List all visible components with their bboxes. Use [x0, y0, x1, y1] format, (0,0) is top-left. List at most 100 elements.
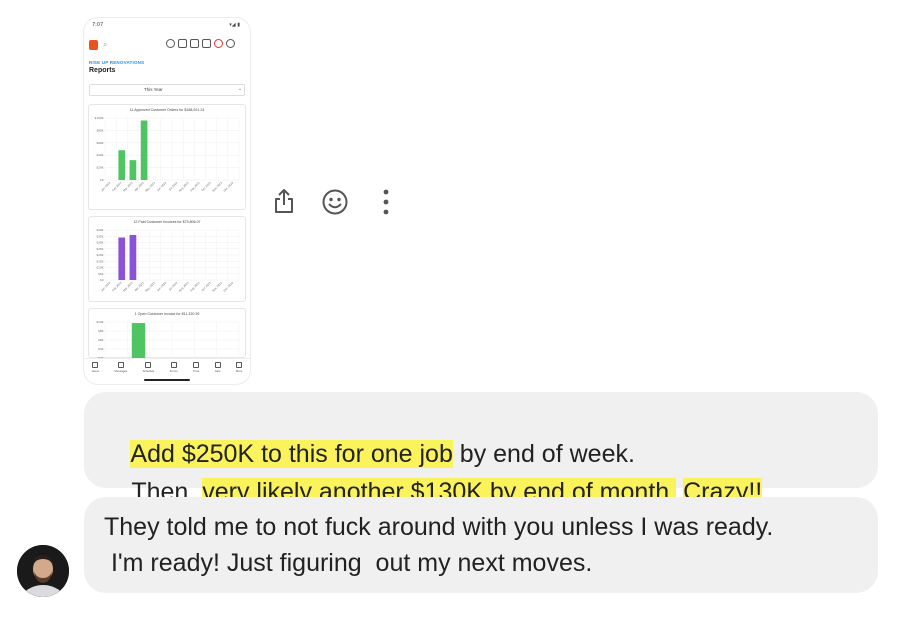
bar	[129, 160, 137, 180]
y-tick-label: $6K	[98, 338, 104, 342]
document-icon	[190, 39, 199, 48]
chart-card-paid-invoices: 12 Paid Customer Invoices for $75,806.07…	[88, 216, 246, 302]
x-tick-label: Dec 2023	[222, 181, 234, 193]
period-value: This Year	[144, 87, 163, 92]
y-tick-label: $15K	[96, 259, 103, 263]
y-tick-label: $35K	[96, 234, 103, 238]
nav-label: Schedule	[142, 369, 155, 373]
home-icon	[92, 362, 99, 368]
y-tick-label: $0	[100, 278, 104, 282]
y-tick-label: $4K	[98, 347, 104, 351]
company-name: RISE UP RENOVATIONS	[89, 60, 145, 65]
top-icon-group	[166, 39, 235, 48]
y-tick-label: $20K	[96, 253, 103, 257]
schedule-icon	[145, 362, 152, 368]
y-tick-label: $40K	[96, 153, 103, 157]
app-logo-icon	[89, 40, 98, 50]
x-tick-label: Jun 2023	[155, 181, 167, 193]
x-tick-label: Jun 2023	[155, 281, 167, 293]
nav-item-jobs: Jobs	[214, 359, 221, 379]
page-title: Reports	[89, 67, 116, 74]
bar	[140, 120, 148, 180]
message-bubble[interactable]: They told me to not fuck around with you…	[84, 497, 878, 593]
chevron-down-icon: ⌄	[238, 86, 243, 92]
y-tick-label: $100K	[95, 116, 104, 120]
y-tick-label: $40K	[96, 228, 103, 232]
nav-label: Forms	[169, 369, 178, 373]
nav-label: More	[235, 369, 243, 373]
x-tick-label: Jul 2023	[167, 281, 178, 292]
bar	[131, 323, 146, 358]
status-icons: ▾◢ ▮	[229, 22, 240, 28]
clipboard-icon	[202, 39, 211, 48]
message-line: I'm ready! Just figuring out my next mov…	[104, 549, 593, 577]
y-tick-label: $10K	[96, 266, 103, 270]
nav-item-time: Time	[193, 359, 199, 379]
approved-orders-chart: $100K$80K$60K$40K$20K$0Jan 2023 Feb 2023 M…	[95, 116, 240, 193]
x-tick-label: Mar 2023	[122, 281, 134, 293]
period-select	[89, 84, 245, 96]
bar	[118, 150, 126, 180]
x-tick-label: Aug 2023	[178, 281, 190, 293]
x-tick-label: Mar 2023	[122, 181, 134, 193]
x-tick-label: Feb 2023	[111, 181, 123, 193]
y-tick-label: $8K	[98, 329, 104, 333]
y-tick-label: $80K	[96, 128, 103, 132]
y-tick-label: $25K	[96, 247, 103, 251]
x-tick-label: Jan 2023	[100, 281, 112, 293]
nav-item-messages: Messages	[114, 359, 128, 379]
search-icon: ⌕	[103, 40, 108, 49]
jobs-icon	[214, 362, 221, 368]
share-icon[interactable]	[269, 186, 299, 216]
x-tick-label: Feb 2023	[111, 281, 123, 293]
nav-item-more: More	[236, 359, 242, 379]
open-invoices-chart: $10K$8K$6K$4K$2K	[96, 320, 240, 360]
gesture-bar	[144, 379, 190, 381]
status-time: 7:07	[92, 22, 104, 28]
x-tick-label: Aug 2023	[178, 181, 190, 193]
x-tick-label: Apr 2023	[134, 281, 145, 292]
y-tick-label: $30K	[96, 241, 103, 245]
x-tick-label: Jan 2023	[100, 181, 112, 193]
y-tick-label: $10K	[96, 320, 103, 324]
nav-label: Messages	[114, 369, 128, 373]
shared-image-thumbnail[interactable]: 7:07 ▾◢ ▮ ⌕ RISE UP RENOVATIONS Reports …	[84, 18, 250, 384]
bar	[118, 237, 126, 280]
message-line: They told me to not fuck around with you…	[104, 513, 774, 541]
notification-bell-icon	[214, 39, 223, 48]
camera-icon	[178, 39, 187, 48]
x-tick-label: Oct 2023	[201, 181, 212, 192]
more-icon	[236, 362, 243, 368]
y-tick-label: $60K	[96, 141, 103, 145]
help-icon	[226, 39, 235, 48]
nav-item-schedule: Schedule	[142, 359, 155, 379]
nav-label: Home	[91, 369, 100, 373]
y-tick-label: $20K	[96, 166, 103, 170]
x-tick-label: Jul 2023	[167, 181, 178, 192]
x-tick-label: May 2023	[144, 281, 156, 293]
messages-icon	[117, 362, 124, 368]
y-tick-label: $5K	[98, 272, 104, 276]
message-bubble[interactable]: Add $250K to this for one job by end of …	[84, 392, 878, 506]
more-vertical-icon[interactable]	[371, 187, 401, 217]
avatar[interactable]	[17, 545, 69, 597]
x-tick-label: Sep 2023	[189, 181, 201, 193]
x-tick-label: May 2023	[144, 181, 156, 193]
chart-card-open-invoices: 1 Open Customer Invoice for $11,320.39 $…	[88, 308, 246, 360]
y-tick-label: $0	[100, 178, 104, 182]
nav-label: Jobs	[214, 369, 221, 373]
bottom-navigation: Home Messages Schedule Forms Time Jobs More	[84, 358, 250, 379]
clock-icon	[166, 39, 175, 48]
paid-invoices-chart: $40K $35K $30K $25K $20K $15K $10K $5K $0Jan 202…	[96, 228, 240, 293]
x-tick-label: Dec 2023	[222, 281, 234, 293]
nav-item-forms: Forms	[170, 359, 178, 379]
x-tick-label: Nov 2023	[211, 281, 223, 293]
nav-label: Time	[193, 369, 200, 373]
time-icon	[193, 362, 200, 368]
chart-card-approved-orders: 11 Approved Customer Orders for $188,921…	[88, 104, 246, 210]
nav-item-home: Home	[92, 359, 99, 379]
x-tick-label: Oct 2023	[201, 281, 212, 292]
x-tick-label: Apr 2023	[134, 181, 145, 192]
emoji-icon[interactable]	[320, 187, 350, 217]
bar	[129, 235, 137, 280]
